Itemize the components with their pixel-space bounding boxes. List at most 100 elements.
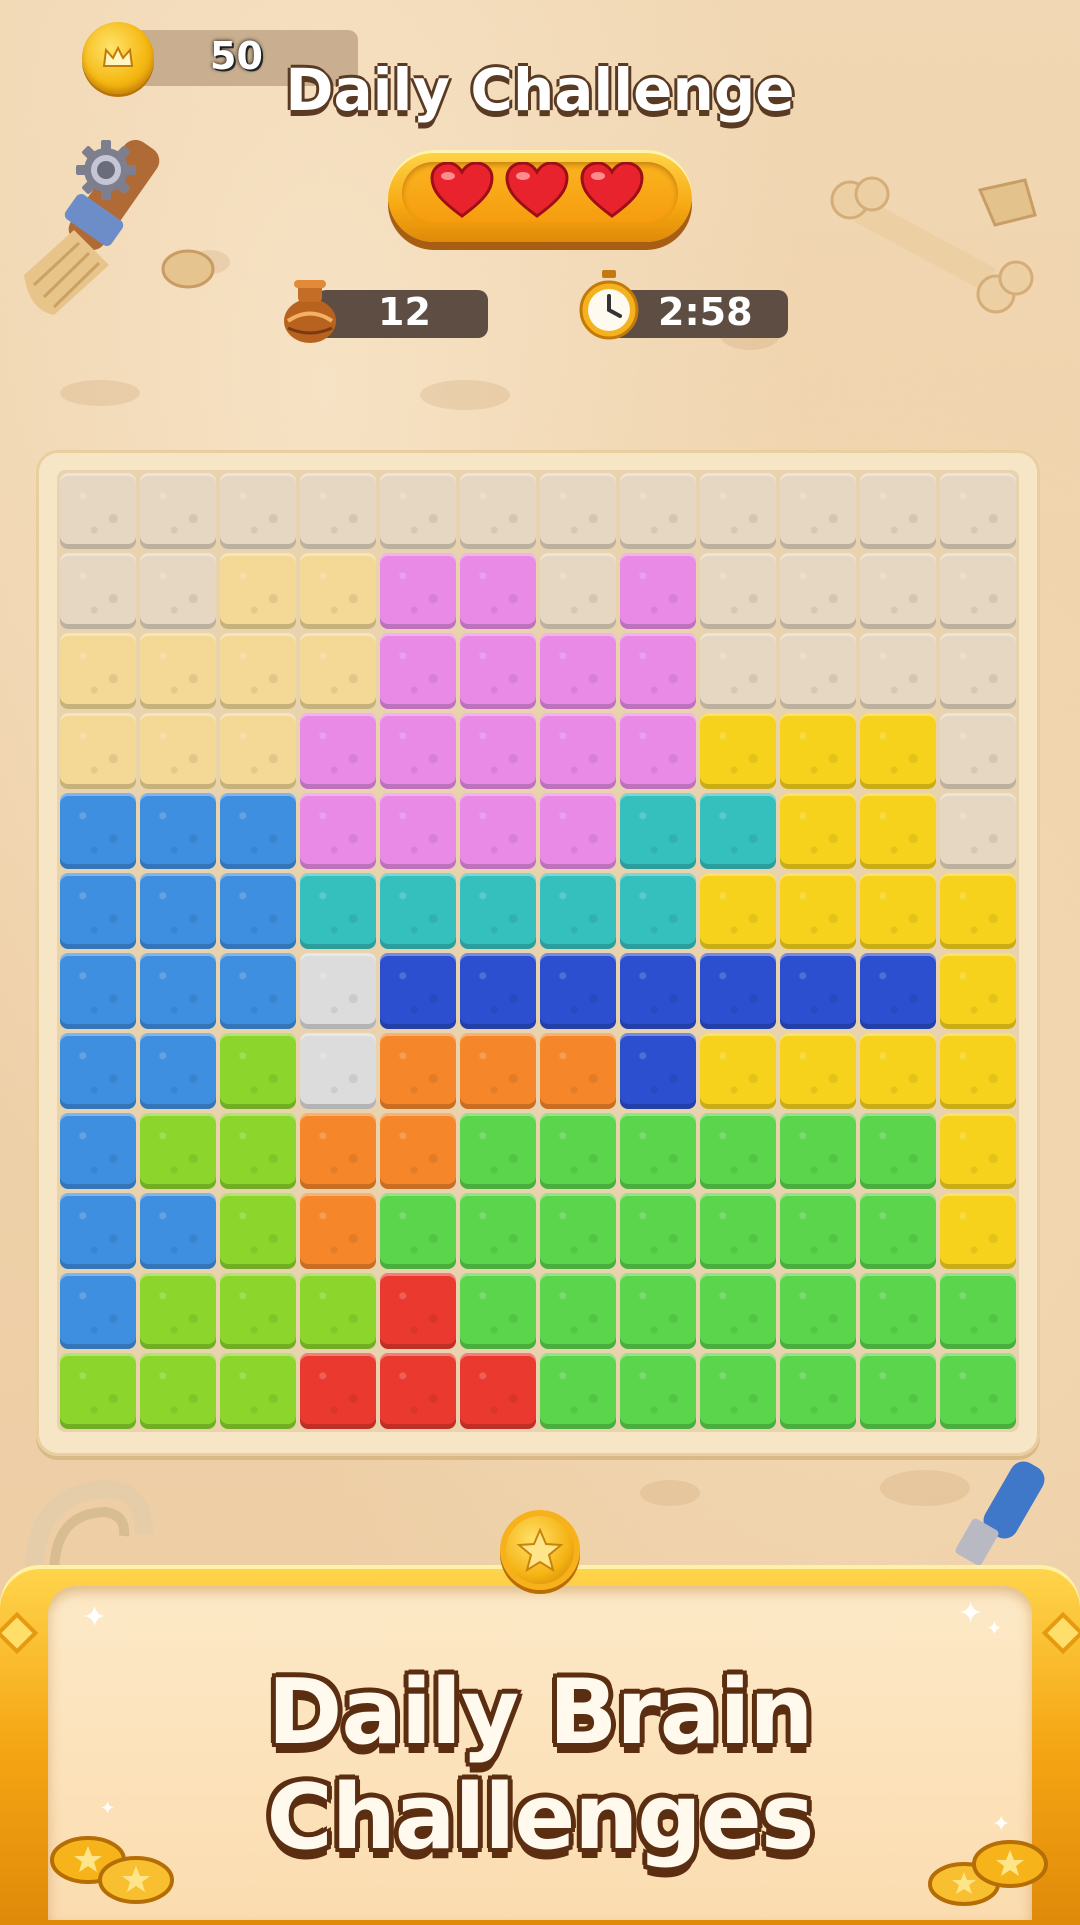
board-cell[interactable]: [860, 473, 936, 549]
board-cell[interactable]: [380, 1193, 456, 1269]
board-cell[interactable]: [700, 873, 776, 949]
board-cell[interactable]: [540, 1113, 616, 1189]
board-cell[interactable]: [220, 473, 296, 549]
board-cell[interactable]: [60, 1113, 136, 1189]
board-cell[interactable]: [700, 633, 776, 709]
board-cell[interactable]: [300, 633, 376, 709]
board-cell[interactable]: [460, 793, 536, 869]
board-cell[interactable]: [780, 1353, 856, 1429]
board-cell[interactable]: [540, 473, 616, 549]
board-cell[interactable]: [460, 953, 536, 1029]
board-cell[interactable]: [620, 1273, 696, 1349]
board-cell[interactable]: [60, 953, 136, 1029]
board-cell[interactable]: [380, 793, 456, 869]
board-cell[interactable]: [140, 633, 216, 709]
board-cell[interactable]: [140, 1113, 216, 1189]
board-cell[interactable]: [540, 1193, 616, 1269]
board-cell[interactable]: [300, 1113, 376, 1189]
board-cell[interactable]: [940, 1273, 1016, 1349]
board-cell[interactable]: [460, 1033, 536, 1109]
board-cell[interactable]: [380, 473, 456, 549]
board-cell[interactable]: [460, 1113, 536, 1189]
board-cell[interactable]: [700, 953, 776, 1029]
board-cell[interactable]: [540, 793, 616, 869]
board-cell[interactable]: [780, 1113, 856, 1189]
game-board[interactable]: [57, 470, 1019, 1432]
gear-icon[interactable]: [74, 138, 138, 202]
board-cell[interactable]: [220, 1193, 296, 1269]
board-cell[interactable]: [940, 553, 1016, 629]
board-cell[interactable]: [300, 1193, 376, 1269]
board-cell[interactable]: [700, 1353, 776, 1429]
board-cell[interactable]: [620, 1113, 696, 1189]
board-cell[interactable]: [140, 553, 216, 629]
board-cell[interactable]: [460, 1273, 536, 1349]
board-cell[interactable]: [860, 953, 936, 1029]
board-cell[interactable]: [140, 1033, 216, 1109]
board-cell[interactable]: [620, 633, 696, 709]
board-cell[interactable]: [700, 473, 776, 549]
board-cell[interactable]: [700, 1273, 776, 1349]
board-cell[interactable]: [540, 553, 616, 629]
board-cell[interactable]: [380, 633, 456, 709]
board-cell[interactable]: [700, 1113, 776, 1189]
board-cell[interactable]: [140, 793, 216, 869]
board-cell[interactable]: [780, 553, 856, 629]
board-cell[interactable]: [220, 633, 296, 709]
board-cell[interactable]: [220, 713, 296, 789]
board-cell[interactable]: [220, 953, 296, 1029]
board-cell[interactable]: [60, 1033, 136, 1109]
board-cell[interactable]: [940, 713, 1016, 789]
board-cell[interactable]: [540, 1273, 616, 1349]
board-cell[interactable]: [620, 1353, 696, 1429]
board-cell[interactable]: [60, 1273, 136, 1349]
board-cell[interactable]: [380, 1113, 456, 1189]
board-cell[interactable]: [460, 633, 536, 709]
board-cell[interactable]: [220, 1033, 296, 1109]
board-cell[interactable]: [700, 553, 776, 629]
board-cell[interactable]: [140, 473, 216, 549]
board-cell[interactable]: [860, 1193, 936, 1269]
board-cell[interactable]: [60, 633, 136, 709]
board-cell[interactable]: [940, 1193, 1016, 1269]
board-cell[interactable]: [940, 1353, 1016, 1429]
board-cell[interactable]: [60, 873, 136, 949]
board-cell[interactable]: [60, 793, 136, 869]
board-cell[interactable]: [700, 713, 776, 789]
board-cell[interactable]: [540, 873, 616, 949]
board-cell[interactable]: [620, 473, 696, 549]
board-cell[interactable]: [940, 473, 1016, 549]
board-cell[interactable]: [540, 953, 616, 1029]
board-cell[interactable]: [780, 713, 856, 789]
board-cell[interactable]: [300, 473, 376, 549]
board-cell[interactable]: [780, 473, 856, 549]
board-cell[interactable]: [620, 873, 696, 949]
board-cell[interactable]: [460, 873, 536, 949]
board-cell[interactable]: [860, 793, 936, 869]
board-cell[interactable]: [300, 713, 376, 789]
board-cell[interactable]: [380, 953, 456, 1029]
board-cell[interactable]: [780, 1273, 856, 1349]
board-cell[interactable]: [140, 1273, 216, 1349]
board-cell[interactable]: [140, 953, 216, 1029]
board-cell[interactable]: [60, 553, 136, 629]
board-cell[interactable]: [780, 1033, 856, 1109]
board-cell[interactable]: [300, 1033, 376, 1109]
board-cell[interactable]: [620, 1033, 696, 1109]
board-cell[interactable]: [300, 793, 376, 869]
board-cell[interactable]: [220, 1273, 296, 1349]
board-cell[interactable]: [380, 1033, 456, 1109]
board-cell[interactable]: [300, 873, 376, 949]
board-cell[interactable]: [380, 1273, 456, 1349]
board-cell[interactable]: [700, 1193, 776, 1269]
board-cell[interactable]: [620, 1193, 696, 1269]
board-cell[interactable]: [380, 1353, 456, 1429]
board-cell[interactable]: [460, 553, 536, 629]
board-cell[interactable]: [460, 473, 536, 549]
board-cell[interactable]: [860, 873, 936, 949]
board-cell[interactable]: [700, 1033, 776, 1109]
board-cell[interactable]: [780, 633, 856, 709]
board-cell[interactable]: [300, 1353, 376, 1429]
board-cell[interactable]: [380, 713, 456, 789]
board-cell[interactable]: [460, 1353, 536, 1429]
